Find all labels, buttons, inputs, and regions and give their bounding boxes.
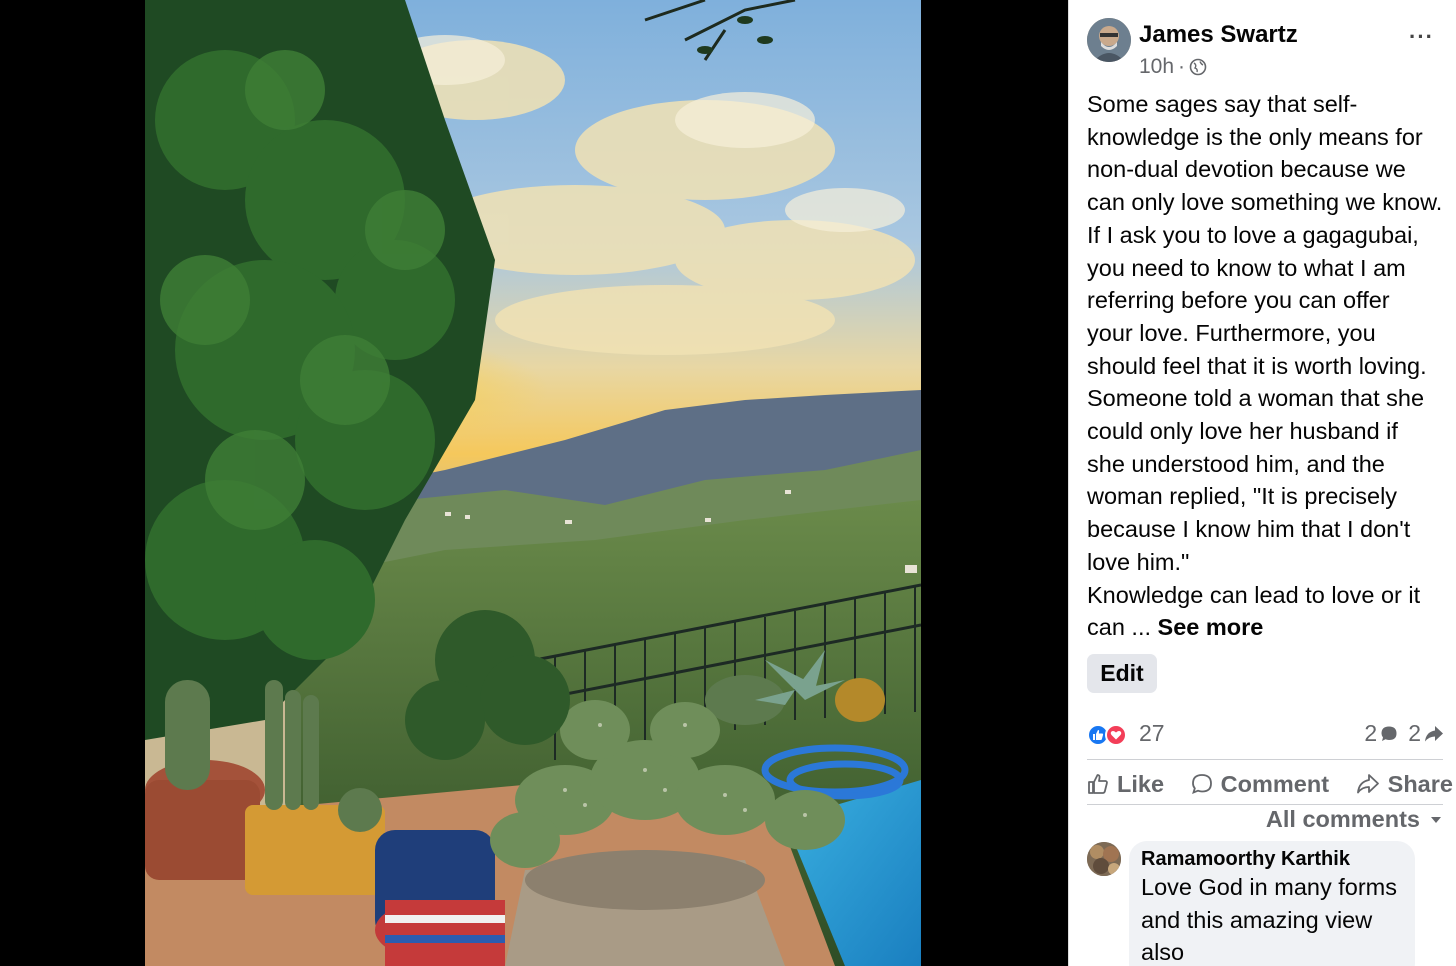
share-button[interactable]: Share [1356,771,1453,798]
like-button[interactable]: Like [1087,771,1164,798]
share-icon [1356,773,1380,795]
love-reaction-icon [1105,724,1127,746]
comment-text-line: Love God in many forms [1141,874,1397,900]
post-panel: James Swartz 10h · ··· Some sages say th… [1068,0,1456,966]
commenter-avatar[interactable] [1087,842,1121,876]
comment-text-line: and this amazing view [1141,906,1373,933]
see-more-link[interactable]: See more [1158,614,1264,640]
comments-filter-label: All comments [1265,806,1420,832]
post-text-line: knowledge is the only means for [1087,123,1423,150]
engagement-counts: 2 2 [1364,720,1444,747]
comment-text-line: also [1141,939,1185,965]
post-actions: Like Comment Share [1087,764,1453,804]
globe-icon[interactable] [1189,58,1207,76]
post-text-line: Someone told a woman that she [1087,385,1425,412]
comments-count: 2 [1364,720,1378,746]
reaction-icons [1087,718,1133,748]
caret-down-icon [1430,816,1442,824]
post-text-line: Knowledge can lead to love or it [1087,581,1421,608]
photo-viewer [0,0,1068,966]
post-text-line: If I ask you to love a gagagubai, [1087,221,1419,248]
author-avatar[interactable] [1087,18,1131,62]
share-label: Share [1387,770,1453,797]
avatar-image [1087,18,1131,62]
truncated-text: can ... [1087,614,1158,641]
meta-separator: · [1178,55,1186,78]
post-photo[interactable] [145,0,921,966]
comment-label: Comment [1220,770,1330,797]
post-text-line: could only love her husband if [1087,418,1398,445]
thumbs-up-icon [1087,773,1109,795]
post-text-line: should feel that it is worth loving. [1087,352,1427,379]
post-text-line: you need to know to what I am [1087,254,1406,281]
comment-button[interactable]: Comment [1191,771,1329,798]
post-time[interactable]: 10h [1139,55,1174,79]
reactions-summary[interactable]: 27 [1087,718,1165,748]
more-options-button[interactable]: ··· [1409,24,1434,50]
reactions-count: 27 [1139,719,1165,746]
post-text: Some sages say that self- knowledge is t… [1087,88,1453,644]
comment-bubble: Ramamoorthy Karthik Love God in many for… [1129,841,1415,966]
edit-button[interactable]: Edit [1087,654,1157,693]
comment-author[interactable]: Ramamoorthy Karthik [1141,847,1403,871]
like-label: Like [1117,770,1165,797]
comment-icon [1191,773,1213,795]
shares-count: 2 [1408,720,1421,746]
post-text-line: woman replied, "It is precisely [1087,483,1398,510]
post-text-line: because I know him that I don't [1087,516,1411,543]
comment-bubble-icon [1380,725,1398,743]
divider [1087,759,1443,760]
post-meta: 10h · [1139,55,1207,79]
post-text-line: your love. Furthermore, you [1087,319,1376,346]
post-text-line: referring before you can offer [1087,287,1390,314]
comments-count-group[interactable]: 2 [1364,720,1398,747]
share-arrow-icon [1424,725,1444,743]
post-text-last-line: can ... See more [1087,611,1453,644]
divider [1087,804,1443,805]
post-text-line: she understood him, and the [1087,450,1385,477]
landscape-photo [145,0,921,966]
post-text-line: love him." [1087,548,1190,575]
comments-filter-dropdown[interactable]: All comments [1266,806,1442,833]
commenter-avatar-image [1087,842,1121,876]
author-name[interactable]: James Swartz [1139,21,1298,49]
post-text-line: Some sages say that self- [1087,91,1358,117]
shares-count-group[interactable]: 2 [1408,720,1444,747]
post-text-line: can only love something we know. [1087,189,1443,216]
post-text-line: non-dual devotion because we [1087,156,1406,183]
